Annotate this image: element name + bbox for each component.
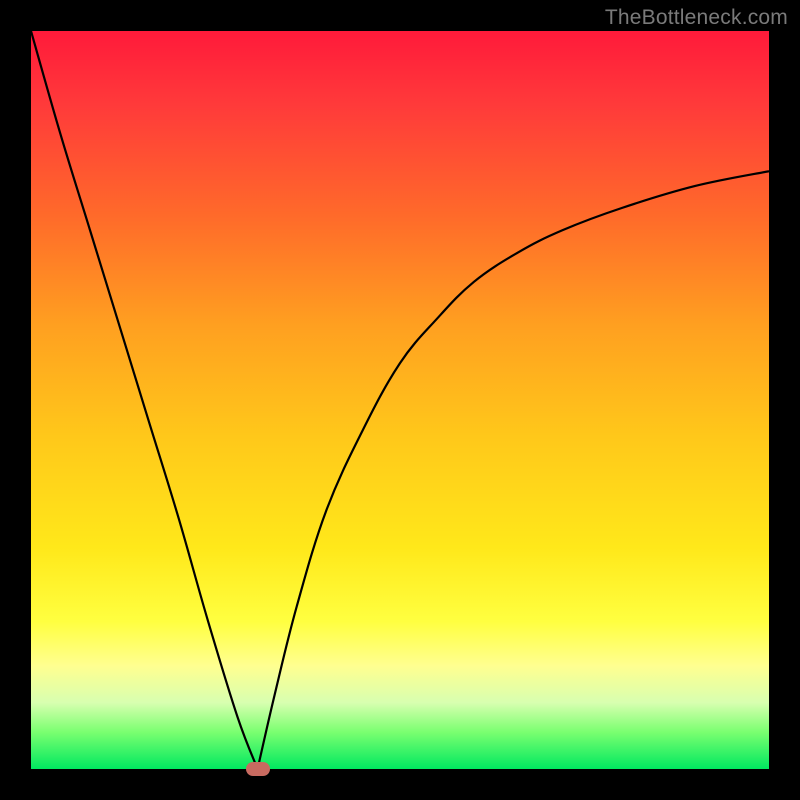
chart-minimum-marker (246, 762, 270, 776)
watermark-text: TheBottleneck.com (605, 6, 788, 30)
chart-plot-area (31, 31, 769, 769)
